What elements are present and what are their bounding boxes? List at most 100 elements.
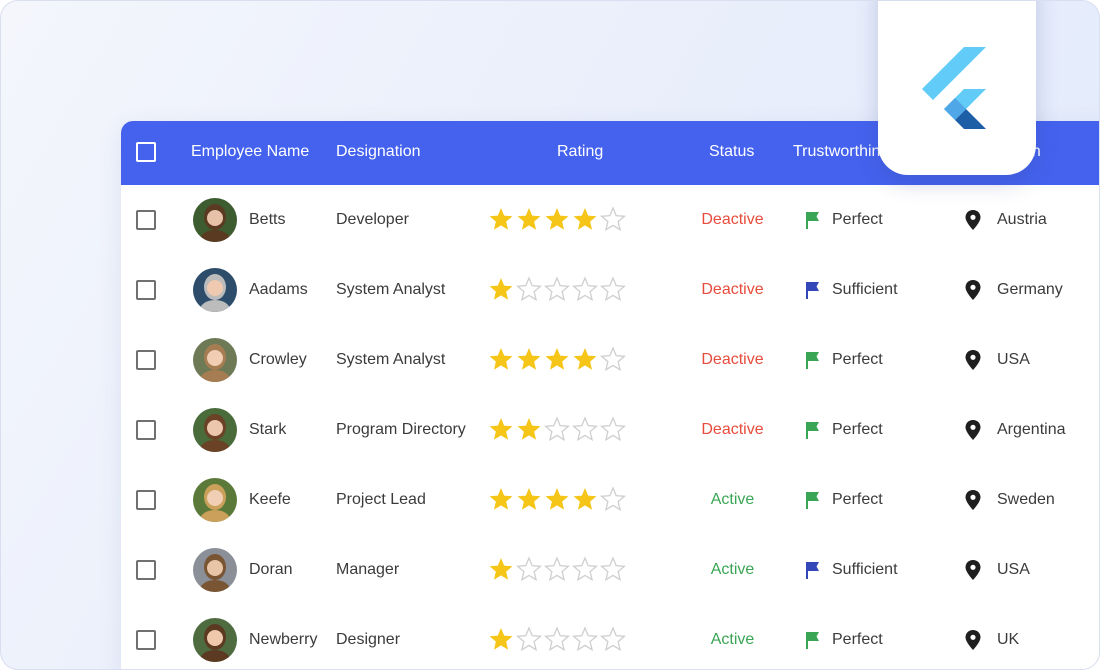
star-empty-icon (543, 276, 571, 302)
designation: Program Directory (336, 421, 466, 438)
designation: Manager (336, 561, 400, 578)
avatar (193, 408, 237, 452)
rating-stars[interactable] (488, 626, 628, 654)
table-row[interactable]: Stark Program Directory Deactive Perfect Arg… (121, 395, 1099, 465)
star-empty-icon (599, 486, 627, 512)
status-text: Active (710, 491, 755, 508)
rating-stars[interactable] (488, 416, 628, 444)
row-checkbox[interactable] (136, 420, 156, 440)
avatar (193, 618, 237, 662)
select-all-checkbox[interactable] (136, 142, 156, 162)
table-row[interactable]: Newberry Designer Active Perfect UK (121, 605, 1099, 669)
status-text: Deactive (701, 351, 764, 368)
location: UK (997, 631, 1020, 648)
location: Sweden (997, 491, 1055, 508)
employee-name: Aadams (249, 281, 308, 298)
location-pin-icon (965, 420, 981, 440)
flag-icon (806, 282, 819, 299)
row-checkbox[interactable] (136, 560, 156, 580)
table-row[interactable]: Doran Manager Active Sufficient USA (121, 535, 1099, 605)
flutter-logo-tile (878, 1, 1036, 175)
star-filled-icon (573, 348, 597, 370)
column-header-employee-name[interactable]: Employee Name (191, 121, 309, 185)
designation: Designer (336, 631, 401, 648)
location: USA (997, 351, 1030, 368)
table-row[interactable]: Aadams System Analyst Deactive Sufficient Ge… (121, 255, 1099, 325)
row-checkbox[interactable] (136, 630, 156, 650)
rating-stars[interactable] (488, 486, 628, 514)
star-filled-icon (489, 348, 513, 370)
star-filled-icon (489, 488, 513, 510)
location: Germany (997, 281, 1063, 298)
rating-stars[interactable] (488, 206, 628, 234)
star-empty-icon (515, 276, 543, 302)
rating-stars[interactable] (488, 346, 628, 374)
row-checkbox[interactable] (136, 490, 156, 510)
star-filled-icon (489, 418, 513, 440)
column-header-designation[interactable]: Designation (336, 121, 421, 185)
location: USA (997, 561, 1030, 578)
column-header-status[interactable]: Status (709, 121, 754, 185)
flag-icon (806, 422, 819, 439)
employee-name: Keefe (249, 491, 291, 508)
flag-icon (806, 562, 819, 579)
trustworthiness: Sufficient (832, 561, 898, 578)
status-text: Deactive (701, 211, 764, 228)
trustworthiness: Perfect (832, 211, 883, 228)
designation: Project Lead (336, 491, 426, 508)
row-checkbox[interactable] (136, 350, 156, 370)
avatar (193, 198, 237, 242)
flag-icon (806, 352, 819, 369)
page-background: Employee Name Designation Rating Status … (0, 0, 1100, 670)
employee-name: Betts (249, 211, 286, 228)
employee-name: Newberry (249, 631, 318, 648)
trustworthiness: Perfect (832, 351, 883, 368)
trustworthiness: Perfect (832, 421, 883, 438)
status-text: Deactive (701, 281, 764, 298)
status-text: Active (710, 631, 755, 648)
table-row[interactable]: Crowley System Analyst Deactive Perfect USA (121, 325, 1099, 395)
designation: System Analyst (336, 351, 446, 368)
employee-data-grid: Employee Name Designation Rating Status … (121, 121, 1099, 669)
rating-stars[interactable] (488, 556, 628, 584)
row-checkbox[interactable] (136, 280, 156, 300)
star-filled-icon (517, 348, 541, 370)
trustworthiness: Sufficient (832, 281, 898, 298)
location-pin-icon (965, 280, 981, 300)
designation: System Analyst (336, 281, 446, 298)
flag-icon (806, 492, 819, 509)
status-text: Active (710, 561, 755, 578)
star-empty-icon (571, 626, 599, 652)
star-empty-icon (543, 556, 571, 582)
flag-icon (806, 632, 819, 649)
trustworthiness: Perfect (832, 631, 883, 648)
table-row[interactable]: Keefe Project Lead Active Perfect Sweden (121, 465, 1099, 535)
star-filled-icon (517, 418, 541, 440)
location-pin-icon (965, 560, 981, 580)
column-header-rating[interactable]: Rating (557, 121, 603, 185)
employee-name: Crowley (249, 351, 307, 368)
star-empty-icon (543, 626, 571, 652)
avatar (193, 338, 237, 382)
row-checkbox[interactable] (136, 210, 156, 230)
location-pin-icon (965, 630, 981, 650)
trustworthiness: Perfect (832, 491, 883, 508)
star-empty-icon (571, 276, 599, 302)
avatar (193, 268, 237, 312)
star-empty-icon (599, 626, 627, 652)
star-empty-icon (599, 416, 627, 442)
column-header-trustworthiness[interactable]: Trustworthin (793, 121, 880, 185)
star-empty-icon (515, 556, 543, 582)
avatar (193, 548, 237, 592)
location-pin-icon (965, 350, 981, 370)
star-empty-icon (571, 556, 599, 582)
star-filled-icon (489, 208, 513, 230)
star-empty-icon (599, 276, 627, 302)
star-empty-icon (543, 416, 571, 442)
flag-icon (806, 212, 819, 229)
table-row[interactable]: Betts Developer Deactive Perfect Austria (121, 185, 1099, 255)
employee-name: Doran (249, 561, 293, 578)
flutter-logo-icon (922, 47, 986, 129)
star-filled-icon (517, 208, 541, 230)
rating-stars[interactable] (488, 276, 628, 304)
